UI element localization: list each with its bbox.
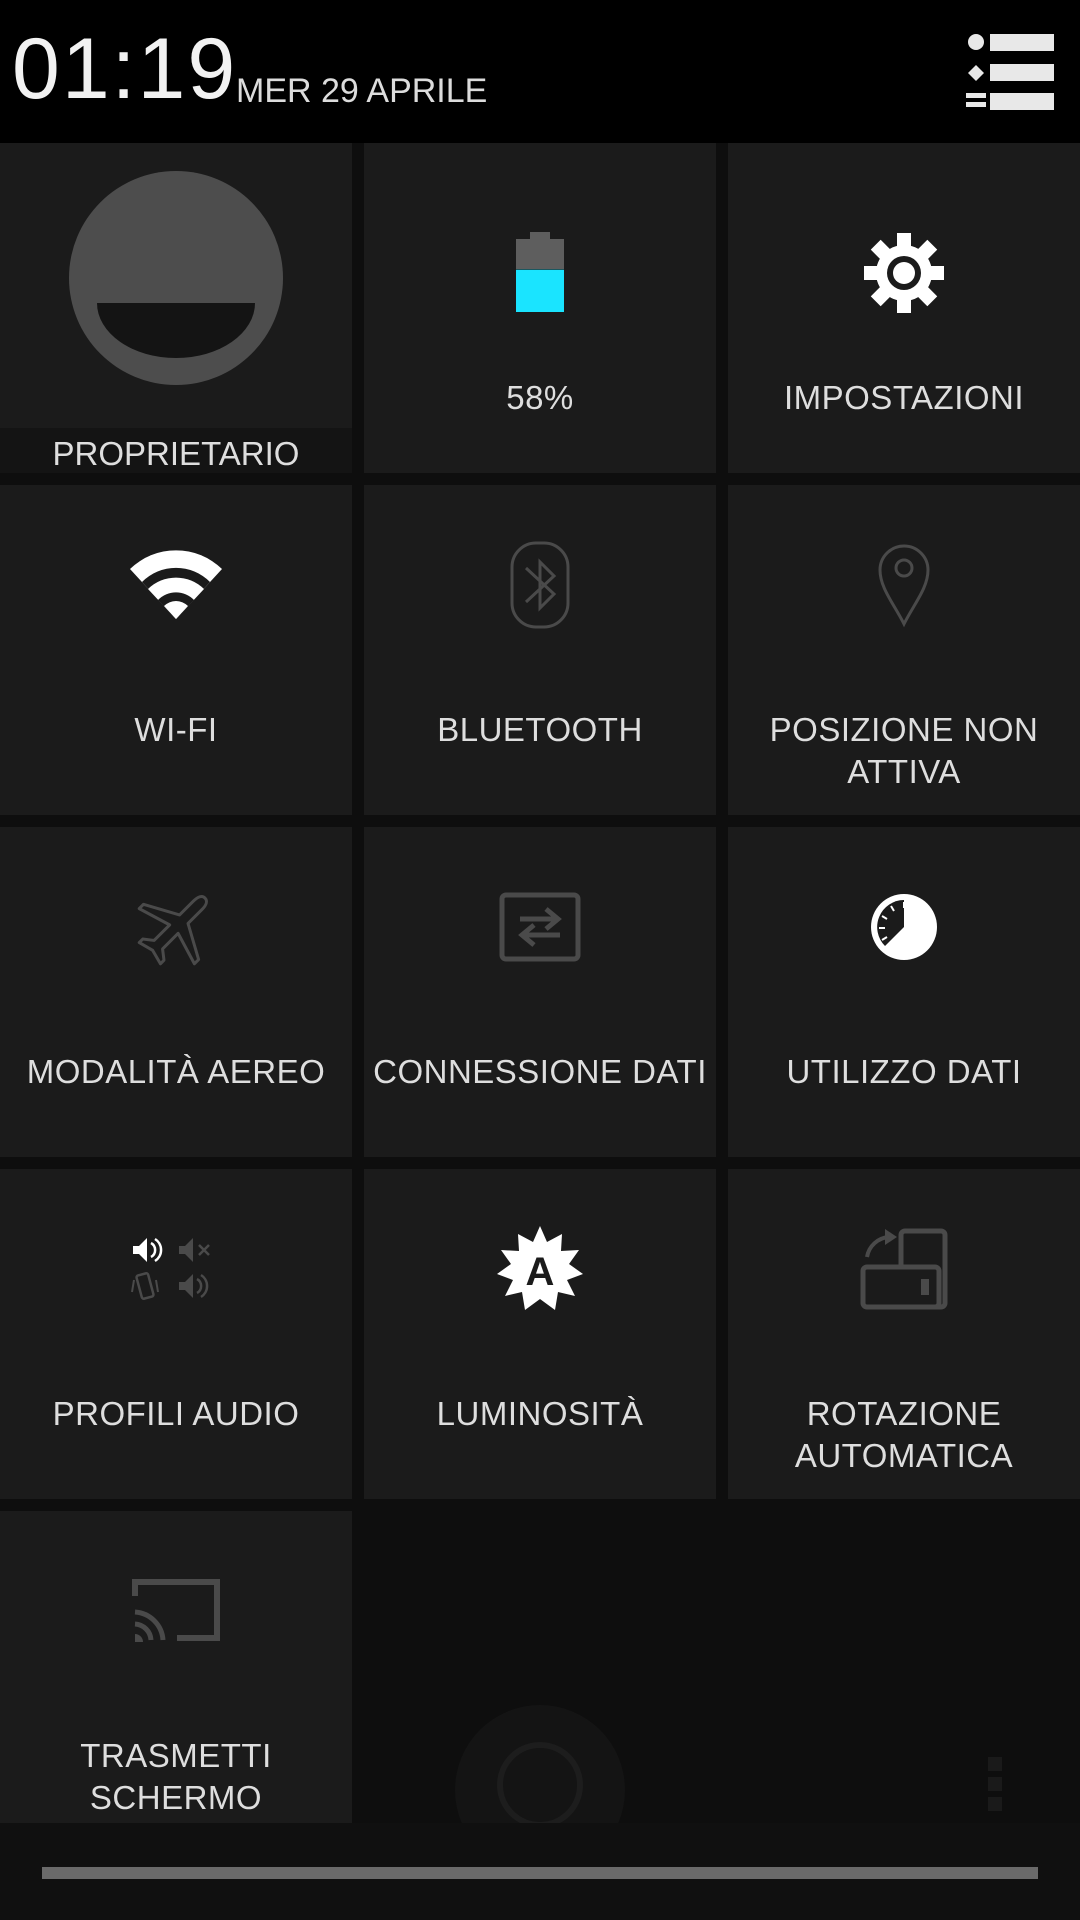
audio-profiles-icon [0,1169,352,1369]
tile-bluetooth[interactable]: BLUETOOTH [364,485,716,815]
svg-text:A: A [526,1250,555,1294]
tile-mobile-data[interactable]: CONNESSIONE DATI [364,827,716,1157]
tile-brightness[interactable]: A LUMINOSITÀ [364,1169,716,1499]
overflow-shadow-icon [988,1755,1004,1820]
tile-location-label: POSIZIONE NON ATTIVA [769,711,1039,790]
tile-battery[interactable]: 58% [364,143,716,473]
data-usage-icon [728,827,1080,1027]
notifications-list-icon[interactable] [960,30,1060,114]
tile-audio-profiles[interactable]: PROFILI AUDIO [0,1169,352,1499]
panel-bottom-bar [0,1823,1080,1920]
tile-owner[interactable]: PROPRIETARIO [0,143,352,473]
launcher-shadow-icon [455,1705,625,1875]
date: MER 29 APRILE [236,72,488,110]
tile-cast-label: TRASMETTI SCHERMO [80,1737,272,1816]
tile-wifi[interactable]: WI-FI [0,485,352,815]
tile-wifi-label: WI-FI [134,711,218,748]
wifi-icon [0,485,352,685]
tile-battery-label: 58% [506,379,574,416]
location-pin-icon [728,485,1080,685]
tile-brightness-label: LUMINOSITÀ [436,1395,644,1432]
battery-icon [364,143,716,403]
bluetooth-icon [364,485,716,685]
gear-icon [728,143,1080,403]
tile-settings-label: IMPOSTAZIONI [783,379,1025,416]
tile-location[interactable]: POSIZIONE NON ATTIVA [728,485,1080,815]
tile-airplane-label: MODALITÀ AEREO [26,1053,326,1090]
tile-bluetooth-label: BLUETOOTH [437,711,643,748]
tile-owner-label: PROPRIETARIO [52,435,300,472]
tile-rotation[interactable]: ROTAZIONE AUTOMATICA [728,1169,1080,1499]
clock: 01:19 [12,21,238,117]
tile-data-usage-label: UTILIZZO DATI [786,1053,1022,1090]
panel-drag-handle[interactable] [42,1867,1038,1879]
cast-screen-icon [0,1511,352,1711]
notification-header: 01:19 MER 29 APRILE [0,0,1080,143]
airplane-icon [0,827,352,1027]
tile-settings[interactable]: IMPOSTAZIONI [728,143,1080,473]
tile-airplane[interactable]: MODALITÀ AEREO [0,827,352,1157]
auto-brightness-icon: A [364,1169,716,1369]
tile-data-usage[interactable]: UTILIZZO DATI [728,827,1080,1157]
user-avatar-icon [0,143,352,433]
tile-cast[interactable]: TRASMETTI SCHERMO [0,1511,352,1823]
tile-audio-profiles-label: PROFILI AUDIO [52,1395,300,1432]
tile-mobile-data-label: CONNESSIONE DATI [373,1053,707,1090]
tile-rotation-label: ROTAZIONE AUTOMATICA [794,1395,1014,1474]
data-transfer-icon [364,827,716,1027]
screen-rotation-icon [728,1169,1080,1369]
